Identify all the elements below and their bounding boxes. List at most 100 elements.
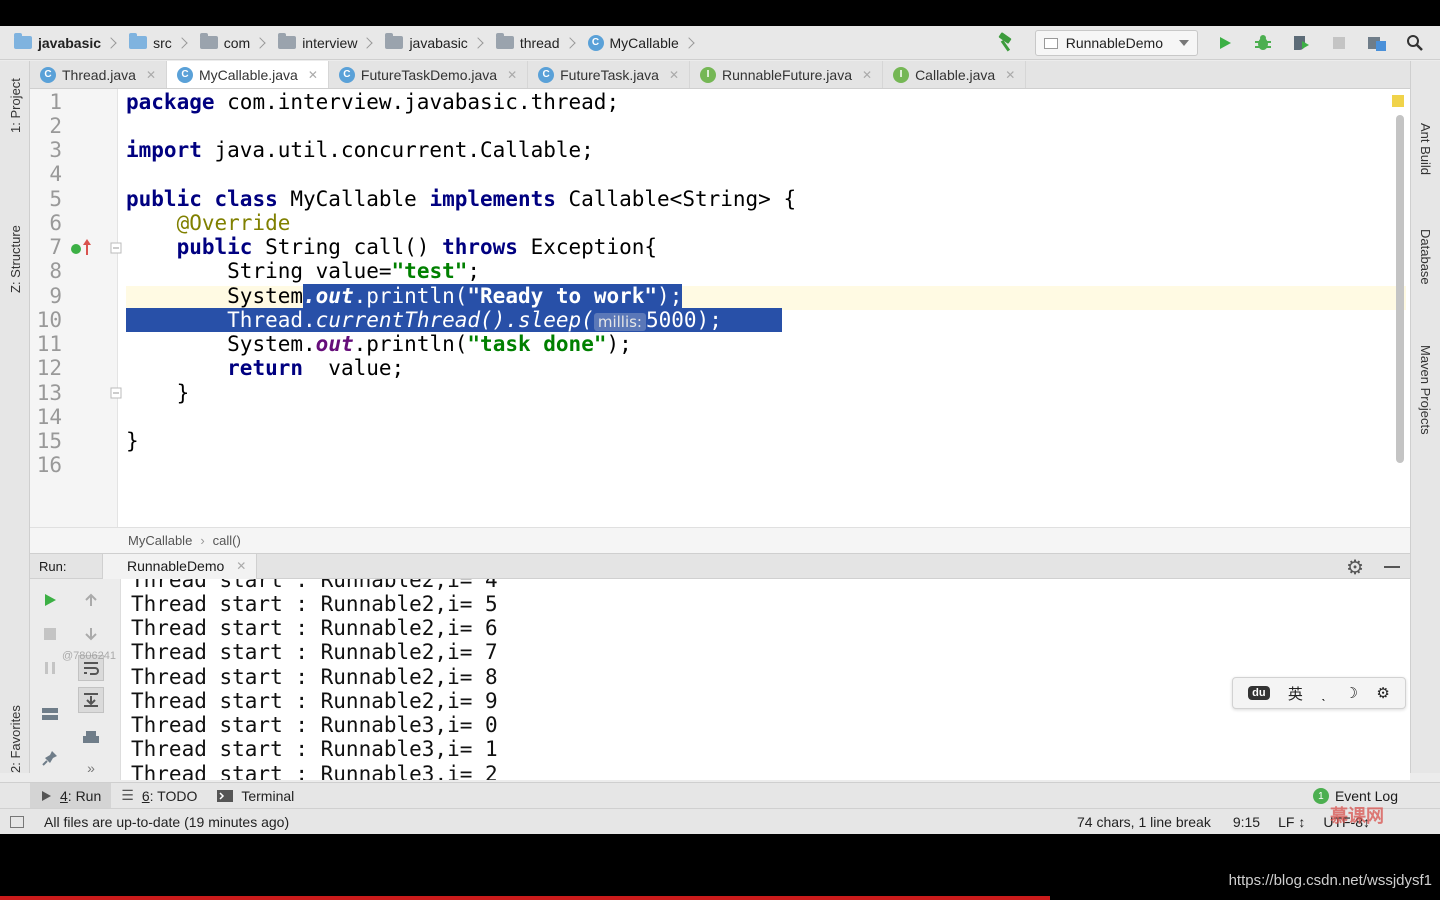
console-line: Thread start : Runnable3,i= 1	[131, 737, 498, 761]
console-line: Thread start : Runnable2,i= 7	[131, 640, 498, 664]
ide-window: javabasic src com interview javabasic th…	[0, 26, 1440, 834]
tab-callable-java[interactable]: I Callable.java ✕	[883, 61, 1027, 88]
code-line-8: String value="test";	[227, 259, 481, 283]
minimize-icon[interactable]	[1384, 566, 1400, 568]
tab-futuretaskdemo-java[interactable]: C FutureTaskDemo.java ✕	[329, 61, 529, 88]
pause-icon	[45, 662, 55, 674]
ime-gear-icon[interactable]: ⚙	[1376, 684, 1389, 702]
tab-runnablefuture-java[interactable]: I RunnableFuture.java ✕	[690, 61, 884, 88]
line-number: 7	[49, 235, 62, 259]
chevron-right-icon	[105, 36, 117, 49]
rerun-button[interactable]	[37, 587, 63, 613]
console-line: Thread start : Runnable2,i= 4	[131, 579, 498, 592]
scroll-to-end-button[interactable]	[78, 687, 104, 713]
project-structure-button[interactable]	[1364, 30, 1390, 56]
breadcrumb-src[interactable]: src	[129, 26, 200, 59]
run-panel-label: Run:	[39, 558, 67, 574]
line-number: 3	[49, 138, 62, 162]
run-tab-runnabledemo[interactable]: RunnableDemo ✕	[102, 553, 258, 579]
class-icon: C	[338, 66, 355, 83]
gear-icon[interactable]: ⚙	[1346, 555, 1364, 580]
debug-button[interactable]	[1250, 30, 1276, 56]
run-button[interactable]	[1212, 30, 1238, 56]
scroll-down-button[interactable]	[78, 621, 104, 647]
close-icon[interactable]: ✕	[308, 68, 318, 82]
breadcrumb-project[interactable]: javabasic	[14, 26, 129, 59]
ime-punctuation-toggle[interactable]: ˎ	[1321, 685, 1326, 702]
tool-favorites[interactable]: 2: Favorites	[8, 705, 23, 773]
console-output[interactable]: Thread start : Runnable2,i= 4 Thread sta…	[120, 579, 1410, 780]
navigation-bar: javabasic src com interview javabasic th…	[0, 26, 1440, 60]
pause-button[interactable]	[37, 655, 63, 681]
tool-structure[interactable]: Z: Structure	[8, 225, 23, 293]
tool-maven-projects[interactable]: Maven Projects	[1418, 345, 1433, 435]
fold-icon[interactable]	[110, 242, 122, 254]
more-actions-icon[interactable]: »	[78, 755, 104, 781]
line-number: 11	[36, 332, 62, 356]
ime-toolbar: du 英 ˎ ☽ ⚙	[1232, 677, 1406, 709]
editor-breadcrumb-class[interactable]: MyCallable	[128, 533, 192, 548]
printer-icon	[83, 731, 99, 743]
inspection-status-icon[interactable]	[1392, 95, 1404, 107]
code-line-10: Thread.currentThread().sleep(millis: 5000…	[126, 308, 782, 332]
tool-database[interactable]: Database	[1418, 229, 1433, 285]
pin-tab-button[interactable]	[37, 745, 63, 771]
search-icon	[1407, 35, 1423, 51]
breadcrumb-com[interactable]: com	[199, 26, 278, 59]
search-everywhere-button[interactable]	[1402, 30, 1428, 56]
tab-mycallable-java[interactable]: C MyCallable.java ✕	[167, 61, 329, 88]
tool-run[interactable]: 4: Run	[30, 782, 112, 809]
ime-logo-button[interactable]: du	[1248, 686, 1270, 700]
code-line-3: import java.util.concurrent.Callable;	[126, 138, 594, 162]
watermark: @7806241	[62, 650, 116, 662]
close-icon[interactable]: ✕	[236, 559, 246, 573]
package-icon	[495, 33, 514, 49]
video-progress-bar[interactable]	[0, 896, 1050, 900]
print-button[interactable]	[78, 725, 104, 751]
breadcrumb-interview[interactable]: interview	[278, 26, 385, 59]
ime-moon-icon[interactable]: ☽	[1345, 684, 1358, 702]
close-icon[interactable]: ✕	[862, 68, 872, 82]
package-icon	[199, 33, 218, 49]
scroll-up-button[interactable]	[78, 587, 104, 613]
editor-tab-bar: C Thread.java ✕ C MyCallable.java ✕ C Fu…	[30, 61, 1410, 89]
close-icon[interactable]: ✕	[507, 68, 517, 82]
editor-breadcrumb-method[interactable]: call()	[213, 533, 241, 548]
line-number-gutter: 1 2 3 4 5 6 7 8 9 10 11 12 13 14 15 16	[30, 89, 122, 527]
close-icon[interactable]: ✕	[1005, 68, 1015, 82]
tool-terminal[interactable]: Terminal	[207, 783, 304, 809]
stop-button[interactable]	[37, 621, 63, 647]
caret-position[interactable]: 9:15	[1233, 814, 1260, 830]
breadcrumb-javabasic[interactable]: javabasic	[385, 26, 495, 59]
run-with-coverage-button[interactable]	[1288, 30, 1314, 56]
code-line-15: }	[126, 429, 139, 453]
terminal-icon	[217, 789, 234, 802]
code-editor[interactable]: 1 2 3 4 5 6 7 8 9 10 11 12 13 14 15 16 p…	[30, 89, 1410, 527]
console-line: Thread start : Runnable2,i= 8	[131, 665, 498, 689]
close-icon[interactable]: ✕	[669, 68, 679, 82]
editor-scrollbar[interactable]	[1396, 115, 1404, 463]
tab-thread-java[interactable]: C Thread.java ✕	[30, 61, 167, 88]
build-hammer-icon[interactable]	[995, 32, 1017, 54]
close-icon[interactable]: ✕	[146, 68, 156, 82]
soft-wrap-icon	[84, 662, 99, 675]
class-icon: C	[40, 66, 56, 83]
tool-project[interactable]: 1: Project	[8, 78, 23, 133]
restore-layout-button[interactable]	[37, 701, 63, 727]
play-icon	[1220, 37, 1231, 49]
fold-icon[interactable]	[110, 387, 122, 399]
tab-futuretask-java[interactable]: C FutureTask.java ✕	[528, 61, 691, 88]
tool-todo[interactable]: ☰ 6: TODO	[111, 783, 207, 809]
run-configuration-selector[interactable]: RunnableDemo	[1034, 30, 1198, 56]
ime-language-toggle[interactable]: 英	[1288, 683, 1303, 704]
line-separator-selector[interactable]: LF ↕	[1278, 814, 1305, 830]
line-number: 9	[49, 284, 62, 308]
tool-window-toggle-icon[interactable]	[10, 815, 24, 828]
breadcrumb-thread[interactable]: thread	[495, 26, 588, 59]
override-marker-icon[interactable]	[70, 239, 94, 257]
stop-button[interactable]	[1326, 30, 1352, 56]
breadcrumb-class[interactable]: C MyCallable	[587, 26, 707, 59]
code-line-6: @Override	[176, 211, 291, 235]
tool-ant-build[interactable]: Ant Build	[1418, 123, 1433, 175]
code-line-5: public class MyCallable implements Calla…	[126, 187, 797, 211]
